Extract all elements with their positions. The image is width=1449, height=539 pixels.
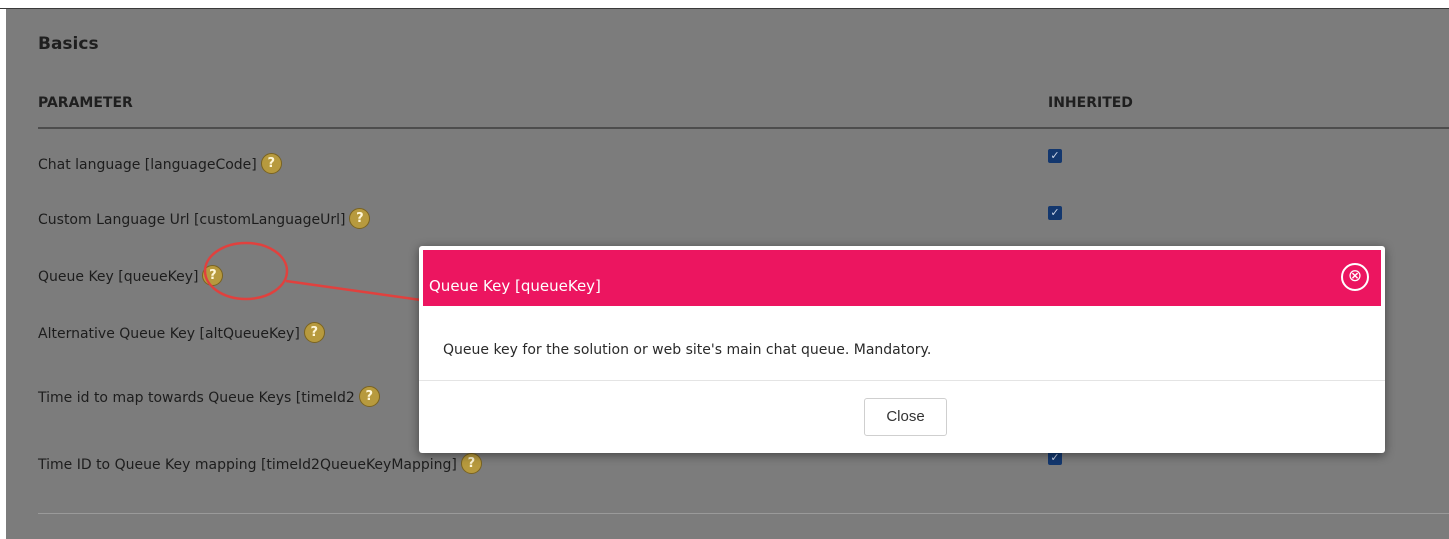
parameter-label: Chat language [languageCode]? bbox=[38, 153, 282, 174]
parameter-label: Alternative Queue Key [altQueueKey]? bbox=[38, 322, 325, 343]
close-button[interactable]: Close bbox=[864, 398, 947, 436]
dialog-body-text: Queue key for the solution or web site's… bbox=[443, 342, 932, 358]
table-bottom-divider bbox=[38, 513, 1449, 514]
inherited-checkbox[interactable]: ✓ bbox=[1048, 451, 1062, 465]
parameter-label: Custom Language Url [customLanguageUrl]? bbox=[38, 208, 371, 229]
parameter-label: Time ID to Queue Key mapping [timeId2Que… bbox=[38, 453, 482, 474]
table-row: Chat language [languageCode]? ✓ bbox=[38, 130, 1449, 186]
question-circle-icon[interactable]: ? bbox=[349, 208, 371, 229]
question-circle-icon[interactable]: ? bbox=[358, 386, 380, 407]
dialog-divider bbox=[419, 380, 1385, 381]
question-circle-icon[interactable]: ? bbox=[202, 265, 224, 286]
question-circle-icon[interactable]: ? bbox=[460, 453, 482, 474]
dialog-title: Queue Key [queueKey] bbox=[429, 277, 601, 295]
parameter-label: Time id to map towards Queue Keys [timeI… bbox=[38, 386, 380, 407]
question-circle-icon[interactable]: ? bbox=[303, 322, 325, 343]
column-header-parameter: PARAMETER bbox=[38, 95, 133, 111]
help-dialog: Queue Key [queueKey] ⊗ Queue key for the… bbox=[419, 246, 1385, 453]
section-title: Basics bbox=[38, 34, 99, 54]
inherited-checkbox[interactable]: ✓ bbox=[1048, 149, 1062, 163]
inherited-checkbox[interactable]: ✓ bbox=[1048, 206, 1062, 220]
dialog-header: Queue Key [queueKey] ⊗ bbox=[423, 250, 1381, 306]
table-row: Custom Language Url [customLanguageUrl]?… bbox=[38, 186, 1449, 242]
column-header-inherited: INHERITED bbox=[1048, 95, 1133, 111]
question-circle-icon[interactable]: ? bbox=[260, 153, 282, 174]
parameter-label: Queue Key [queueKey]? bbox=[38, 265, 224, 286]
close-circle-icon[interactable]: ⊗ bbox=[1341, 263, 1369, 291]
window-top-edge bbox=[0, 0, 1449, 9]
header-divider bbox=[38, 127, 1449, 129]
